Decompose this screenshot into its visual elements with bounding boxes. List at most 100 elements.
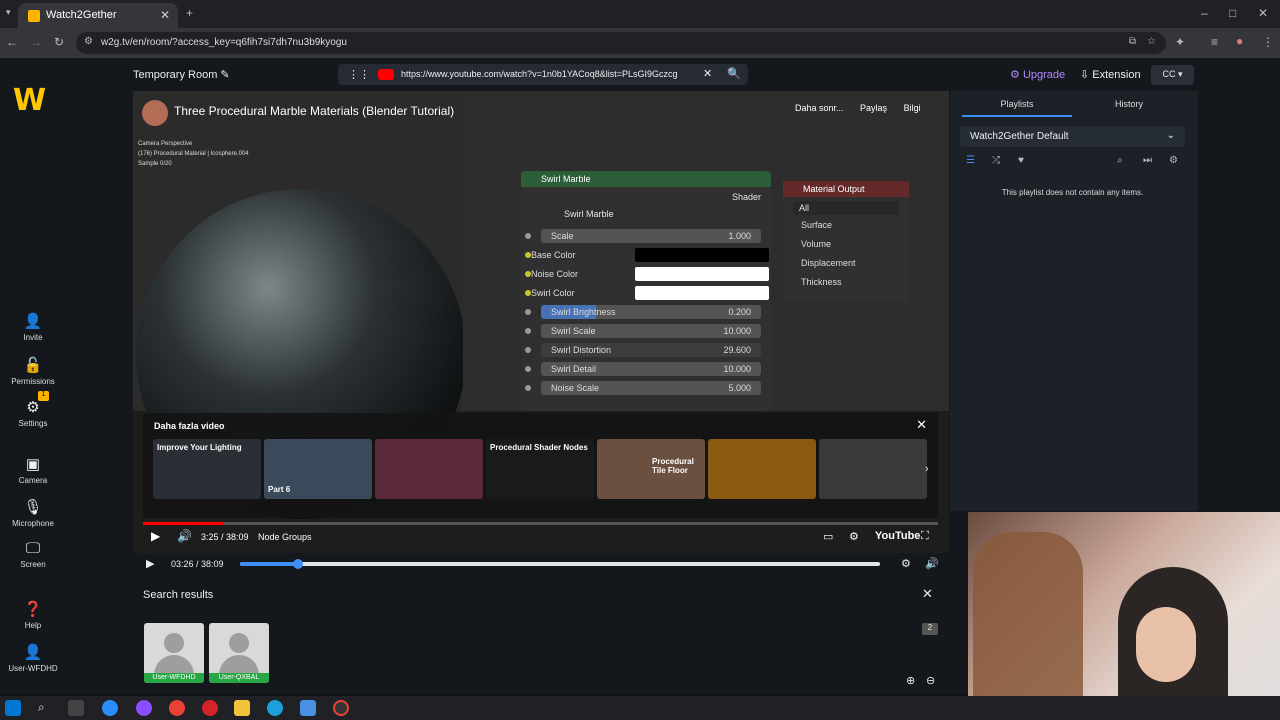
media-url-input[interactable]: ⋮⋮ https://www.youtube.com/watch?v=1n0b1… — [338, 64, 748, 85]
new-tab-icon[interactable]: + — [186, 6, 193, 20]
reload-icon[interactable]: ↻ — [54, 35, 64, 49]
zoom-out-icon[interactable]: ⊖ — [926, 674, 935, 687]
watch-later-button[interactable]: Daha sonr... — [795, 103, 844, 113]
browser-tabbar: ▾ Watch2Gether ✕ + – □ ✕ — [0, 0, 1280, 28]
nav-settings[interactable]: ⚙ Settings — [0, 398, 66, 428]
edge-icon[interactable] — [267, 700, 283, 716]
w2g-seek-bar[interactable] — [240, 559, 880, 569]
language-select[interactable]: CC ▾ — [1151, 65, 1194, 85]
forward-icon[interactable]: → — [30, 35, 42, 49]
share-button[interactable]: Paylaş — [860, 103, 887, 113]
thumb-video[interactable] — [375, 439, 483, 499]
browser-tab[interactable]: Watch2Gether ✕ — [18, 3, 178, 28]
youtube-logo[interactable]: YouTube — [875, 530, 920, 542]
search-icon[interactable]: ⌕ — [1117, 155, 1123, 166]
site-info-icon[interactable]: ⚙ — [84, 36, 93, 47]
tab-playlists[interactable]: Playlists — [962, 99, 1072, 117]
gear-icon[interactable]: ⚙ — [1169, 155, 1178, 166]
chrome-icon[interactable] — [169, 700, 185, 716]
apps-grid-icon[interactable]: ⋮⋮ — [348, 68, 370, 81]
upgrade-button[interactable]: ⚙ Upgrade — [1010, 68, 1065, 81]
user-tile[interactable]: User-WFDHD — [144, 623, 204, 683]
zoom-in-icon[interactable]: ⊕ — [906, 674, 915, 687]
back-icon[interactable]: ← — [6, 35, 18, 49]
playlist-select[interactable]: Watch2Gether Default ⌄ — [960, 126, 1185, 147]
opera-icon[interactable] — [202, 700, 218, 716]
room-title[interactable]: Temporary Room ✎ — [133, 68, 230, 81]
yt-progress-bar[interactable] — [143, 522, 938, 525]
skip-icon[interactable]: ⏭ — [1143, 155, 1152, 166]
nav-screen[interactable]: 🖵 Screen — [0, 540, 66, 569]
shelf — [973, 532, 1083, 702]
settings-gear-icon[interactable]: ⚙ — [849, 530, 859, 543]
w2g-seek-handle[interactable] — [292, 559, 303, 569]
face — [1136, 607, 1196, 682]
video-title[interactable]: Three Procedural Marble Materials (Blend… — [174, 104, 454, 118]
play-icon[interactable]: ▶ — [146, 557, 154, 570]
nav-permissions[interactable]: 🔓 Permissions — [0, 356, 66, 386]
search-icon[interactable]: ⌕ — [38, 700, 45, 715]
w2g-time: 03:26 / 38:09 — [171, 559, 224, 569]
user-tile[interactable]: User-QXBAL — [209, 623, 269, 683]
yt-chapter[interactable]: Node Groups — [258, 532, 312, 542]
tab-list-icon[interactable]: ▾ — [6, 7, 11, 18]
fullscreen-icon[interactable]: ⛶ — [921, 530, 929, 543]
close-icon[interactable]: ✕ — [916, 417, 927, 433]
thumb-video[interactable] — [708, 439, 816, 499]
nav-invite[interactable]: 👤 Invite — [0, 312, 66, 342]
profile-avatar[interactable]: ● — [1236, 34, 1243, 48]
close-window-icon[interactable]: ✕ — [1258, 6, 1268, 20]
w2g-logo[interactable]: W — [13, 86, 53, 116]
tab-close-icon[interactable]: ✕ — [160, 8, 170, 22]
install-icon[interactable]: ⧉ — [1129, 36, 1136, 47]
bookmark-star-icon[interactable]: ☆ — [1147, 36, 1156, 47]
count-badge: 2 — [922, 623, 938, 635]
thumb-video[interactable]: Procedural Shader Nodes — [486, 439, 594, 499]
lock-icon: 🔓 — [23, 357, 43, 374]
nav-camera[interactable]: ▣ Camera — [0, 455, 66, 485]
task-view-icon[interactable] — [68, 700, 84, 716]
extensions-icon[interactable]: ✦ — [1175, 35, 1185, 49]
chevron-right-icon[interactable]: › — [925, 463, 929, 475]
edit-icon[interactable]: ✎ — [220, 69, 229, 81]
copilot-icon[interactable] — [102, 700, 118, 716]
node-group-name: Swirl Marble — [564, 209, 614, 219]
subtitles-icon[interactable]: ▭ — [823, 530, 833, 543]
address-bar[interactable]: ⚙ w2g.tv/en/room/?access_key=q6fih7si7dh… — [76, 32, 1166, 54]
windows-start-icon[interactable] — [5, 700, 21, 716]
nav-user[interactable]: 👤 User-WFDHD — [0, 643, 66, 673]
minimize-icon[interactable]: – — [1201, 6, 1208, 20]
thumb-video[interactable]: Procedural Tile Floor — [597, 439, 705, 499]
app-icon[interactable] — [300, 700, 316, 716]
play-icon[interactable]: ▶ — [151, 529, 160, 543]
info-button[interactable]: Bilgi — [904, 103, 921, 113]
chrome-menu-icon[interactable]: ⋮ — [1262, 35, 1274, 49]
discord-icon[interactable] — [136, 700, 152, 716]
thumb-video[interactable] — [819, 439, 927, 499]
media-icon[interactable]: ≡ — [1211, 35, 1218, 49]
tab-history[interactable]: History — [1074, 99, 1184, 115]
channel-avatar[interactable] — [142, 100, 168, 126]
list-icon[interactable]: ☰ — [966, 155, 975, 166]
close-icon[interactable]: ✕ — [922, 586, 933, 602]
file-explorer-icon[interactable] — [234, 700, 250, 716]
thumb-video[interactable]: Part 6 — [264, 439, 372, 499]
shuffle-icon[interactable]: ⤮ — [992, 155, 1000, 166]
search-icon[interactable]: 🔍 — [727, 67, 741, 80]
obs-icon[interactable] — [333, 700, 349, 716]
viewport-info: Camera Perspective (176) Procedural Mate… — [138, 141, 249, 167]
extension-button[interactable]: ⇩ Extension — [1080, 68, 1141, 81]
heart-icon[interactable]: ♥ — [1018, 155, 1024, 166]
volume-icon[interactable]: 🔊 — [177, 529, 192, 543]
volume-icon[interactable]: 🔊 — [925, 557, 939, 570]
nav-microphone[interactable]: 🎙 Microphone — [0, 498, 66, 528]
nav-help[interactable]: ❓ Help — [0, 600, 66, 630]
settings-badge: 1 — [38, 391, 49, 401]
thumb-video[interactable]: Improve Your Lighting — [153, 439, 261, 499]
clear-icon[interactable]: ✕ — [703, 67, 712, 80]
maximize-icon[interactable]: □ — [1229, 6, 1236, 20]
swirl-marble-node: Swirl Marble Shader Swirl Marble Scale 1.… — [521, 171, 771, 411]
settings-gear-icon[interactable]: ⚙ — [901, 557, 911, 570]
upgrade-icon: ⚙ — [1010, 69, 1020, 81]
w2g-seek-fill — [240, 562, 298, 566]
